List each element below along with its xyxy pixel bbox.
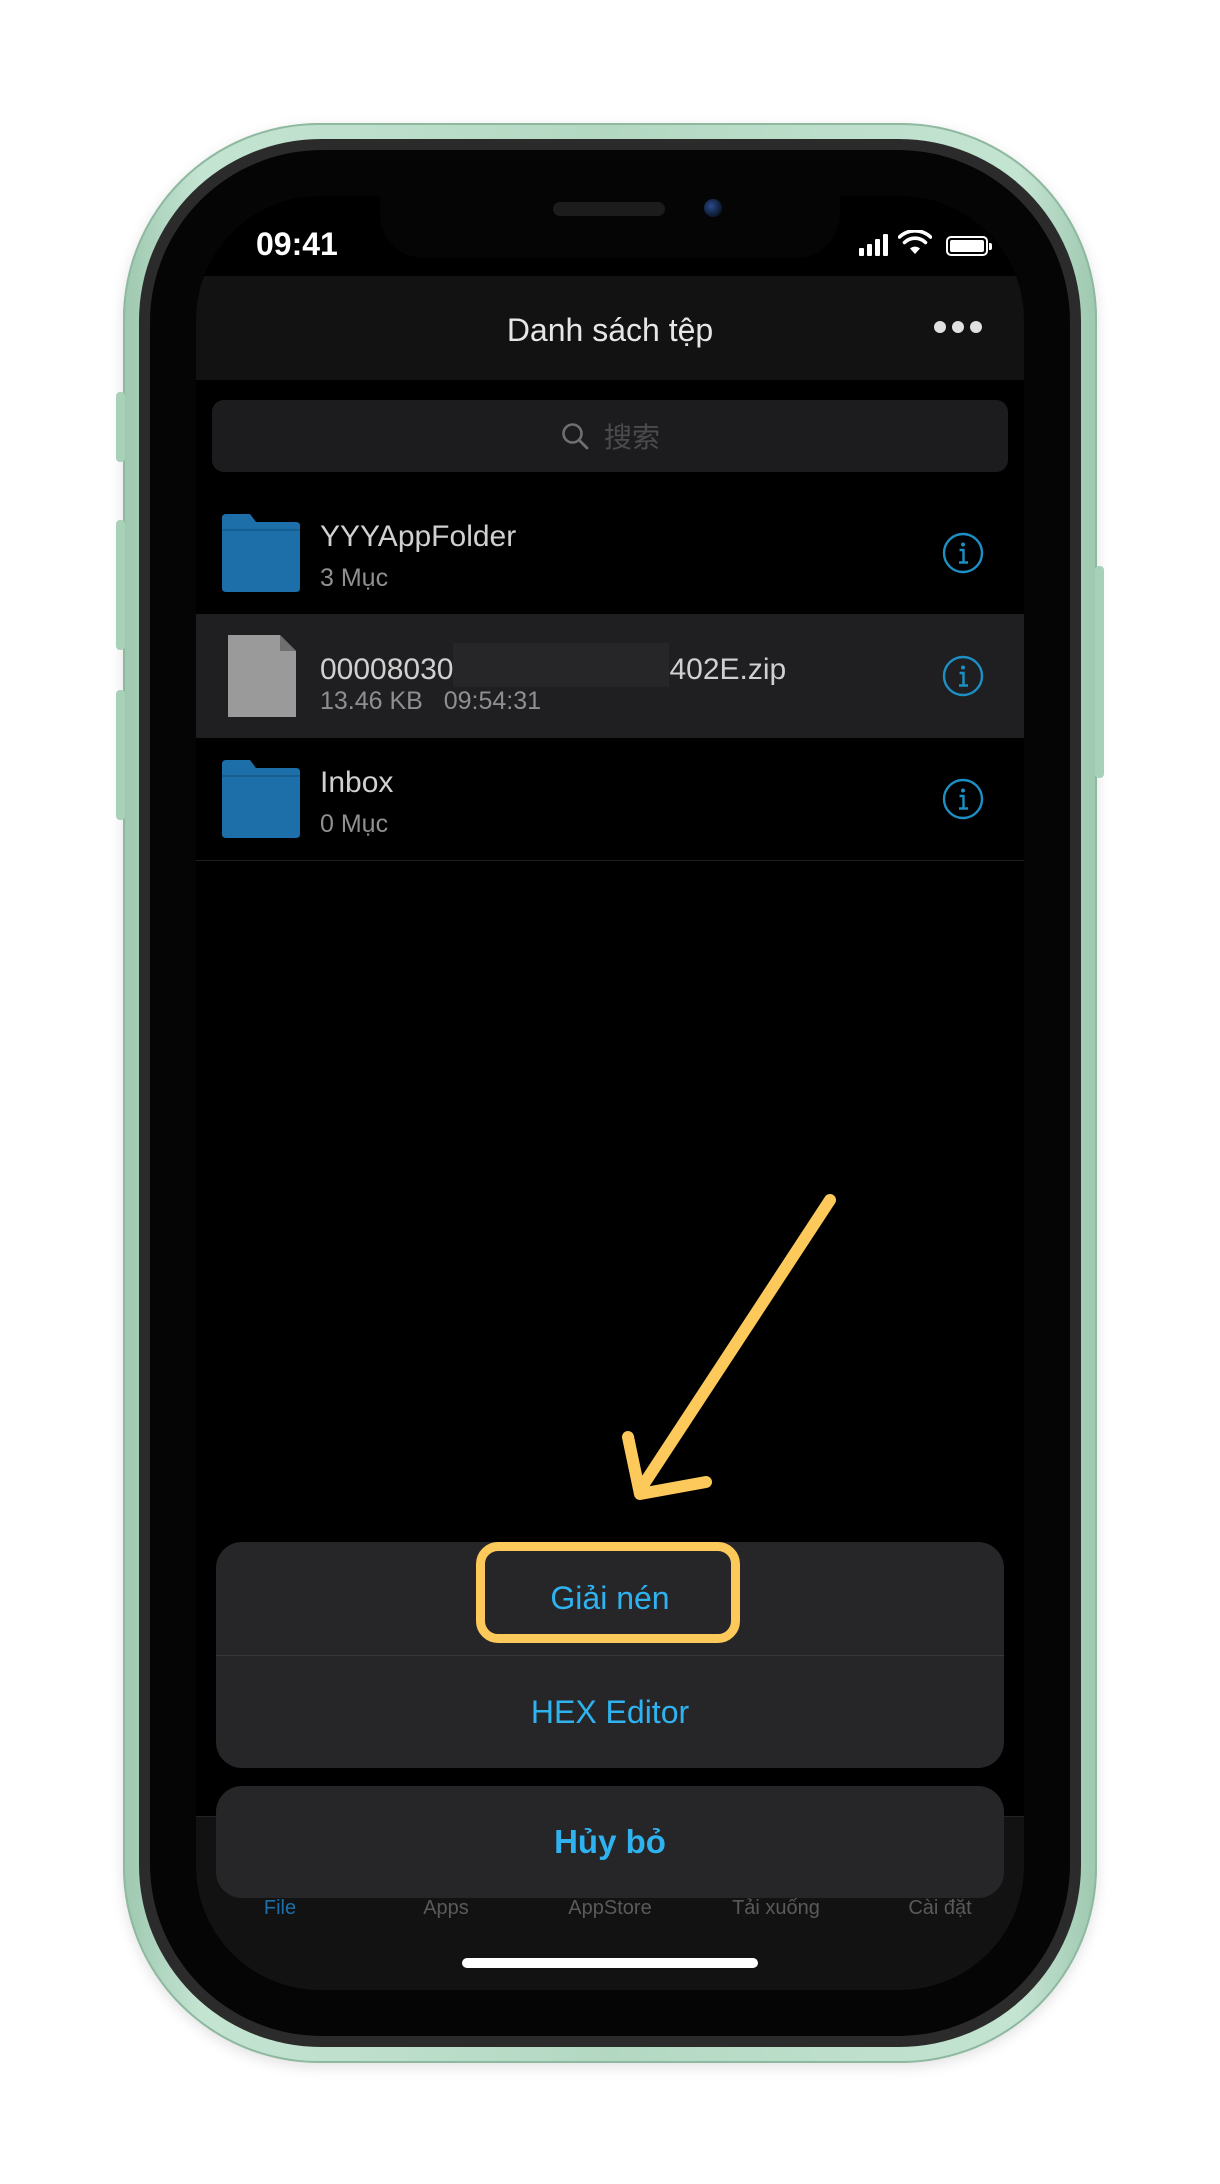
volume-down-button bbox=[116, 690, 125, 820]
cancel-button[interactable]: Hủy bỏ bbox=[216, 1786, 1004, 1898]
notch bbox=[380, 196, 840, 258]
highlight-box bbox=[476, 1542, 740, 1643]
hex-editor-button[interactable]: HEX Editor bbox=[216, 1655, 1004, 1768]
power-button bbox=[1095, 566, 1104, 778]
silent-switch bbox=[116, 392, 125, 462]
front-camera-icon bbox=[704, 199, 722, 217]
home-indicator bbox=[462, 1958, 758, 1968]
phone-screen: 09:41 Danh sách tệp 搜索 YYYAppFolder 3 Mụ… bbox=[196, 196, 1024, 1990]
speaker-grille bbox=[553, 202, 665, 216]
volume-up-button bbox=[116, 520, 125, 650]
